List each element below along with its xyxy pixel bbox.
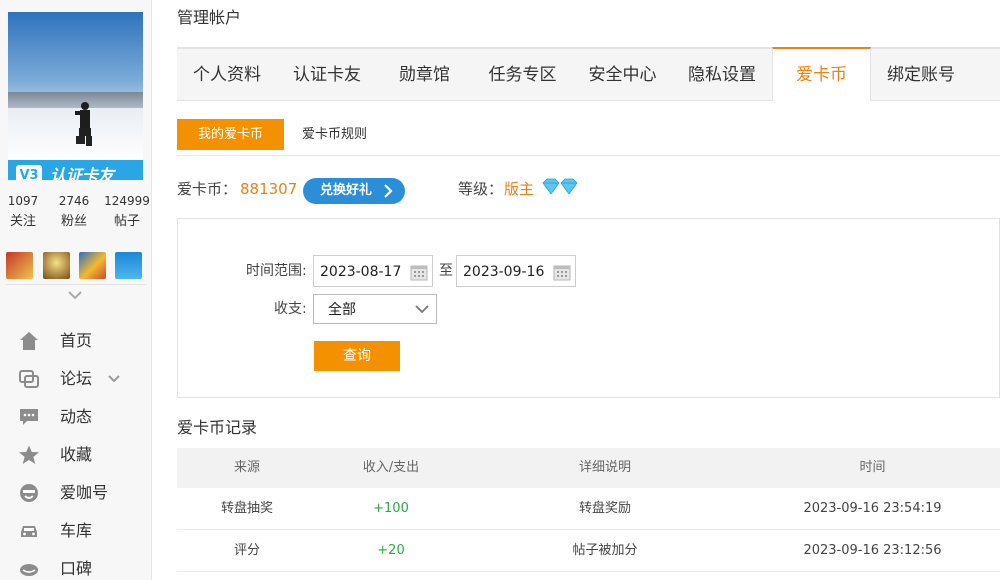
end-date-input[interactable]: 2023-09-16 bbox=[456, 255, 576, 287]
nav-item-reputation[interactable]: 口碑 bbox=[0, 550, 152, 580]
tab-security[interactable]: 安全中心 bbox=[573, 49, 672, 101]
stat-number: 2746 bbox=[58, 194, 90, 208]
chevron-right-icon bbox=[384, 184, 393, 198]
coin-summary: 爱卡币： 881307 兑换好礼 等级： 版主 bbox=[177, 172, 1000, 208]
exchange-gift-button[interactable]: 兑换好礼 bbox=[303, 178, 405, 204]
coin-subtabs: 我的爱卡币 爱卡币规则 bbox=[177, 116, 1000, 156]
nav-label: 口碑 bbox=[60, 559, 93, 578]
nav-item-feed[interactable]: 动态 bbox=[0, 398, 152, 436]
type-label: 收支: bbox=[274, 301, 307, 317]
to-label: 至 bbox=[439, 263, 453, 279]
page-title: 管理帐户 bbox=[177, 8, 242, 27]
medal-icon[interactable] bbox=[79, 252, 106, 279]
row-time: 2023-09-16 23:12:56 bbox=[803, 543, 942, 558]
tab-tasks[interactable]: 任务专区 bbox=[472, 49, 573, 101]
nav-item-garage[interactable]: 车库 bbox=[0, 512, 152, 550]
tab-medals[interactable]: 勋章馆 bbox=[377, 49, 472, 101]
nav-item-favorites[interactable]: 收藏 bbox=[0, 436, 152, 474]
left-sidebar: V3 认证卡友 1097 关注 2746 粉丝 124999 帖子 首页 论坛 … bbox=[0, 0, 152, 580]
type-select[interactable]: 全部 bbox=[313, 294, 437, 324]
exchange-label: 兑换好礼 bbox=[320, 183, 373, 198]
start-date-value: 2023-08-17 bbox=[320, 264, 402, 280]
nav-label: 车库 bbox=[60, 521, 93, 540]
table-header: 来源 收入/支出 详细说明 时间 bbox=[177, 448, 1000, 488]
nav-label: 收藏 bbox=[60, 445, 93, 464]
coin-balance: 881307 bbox=[240, 180, 298, 198]
subtab-my-coins[interactable]: 我的爱卡币 bbox=[177, 119, 284, 150]
stat-followers[interactable]: 2746 粉丝 bbox=[50, 192, 98, 234]
col-amount: 收入/支出 bbox=[362, 460, 420, 475]
tab-profile[interactable]: 个人资料 bbox=[177, 49, 277, 101]
car-icon bbox=[21, 526, 37, 537]
expand-profile[interactable] bbox=[6, 284, 146, 310]
medal-icon[interactable] bbox=[115, 252, 142, 279]
aika-icon bbox=[20, 484, 38, 502]
tab-verified[interactable]: 认证卡友 bbox=[277, 49, 377, 101]
col-time: 时间 bbox=[859, 460, 886, 475]
home-icon bbox=[20, 332, 38, 350]
account-tabs: 个人资料 认证卡友 勋章馆 任务专区 安全中心 隐私设置 爱卡币 绑定账号 bbox=[177, 47, 1000, 101]
stat-label: 帖子 bbox=[113, 214, 140, 229]
level-value: 版主 bbox=[504, 180, 535, 198]
avatar[interactable]: V3 认证卡友 bbox=[8, 12, 143, 180]
table-row: 评分 +20 帖子被加分 2023-09-16 23:12:56 bbox=[177, 530, 1000, 572]
row-time: 2023-09-16 23:54:19 bbox=[803, 501, 942, 516]
nav-label: 爱咖号 bbox=[60, 483, 109, 502]
reputation-icon bbox=[20, 564, 38, 576]
star-icon bbox=[19, 445, 39, 464]
end-date-value: 2023-09-16 bbox=[463, 264, 545, 280]
main-content: 管理帐户 个人资料 认证卡友 勋章馆 任务专区 安全中心 隐私设置 爱卡币 绑定… bbox=[177, 0, 1000, 580]
nav-item-home[interactable]: 首页 bbox=[0, 322, 152, 360]
col-source: 来源 bbox=[233, 460, 260, 475]
range-label: 时间范围: bbox=[246, 263, 307, 279]
stat-number: 124999 bbox=[104, 194, 150, 208]
medal-icon[interactable] bbox=[43, 252, 70, 279]
avatar-person bbox=[75, 102, 92, 146]
records-title: 爱卡币记录 bbox=[177, 418, 258, 437]
badge-level: V3 bbox=[16, 165, 42, 180]
feed-icon bbox=[20, 409, 38, 425]
stat-number: 1097 bbox=[7, 194, 39, 208]
tab-bind-account[interactable]: 绑定账号 bbox=[871, 49, 971, 101]
chevron-down-icon bbox=[68, 291, 82, 300]
badge-text: 认证卡友 bbox=[50, 166, 115, 180]
forum-icon bbox=[19, 370, 39, 388]
stat-posts[interactable]: 124999 帖子 bbox=[102, 192, 152, 234]
nav-item-forum[interactable]: 论坛 bbox=[0, 360, 152, 398]
stat-following[interactable]: 1097 关注 bbox=[0, 192, 46, 234]
calendar-icon[interactable] bbox=[410, 263, 428, 281]
medal-icon[interactable] bbox=[6, 252, 33, 279]
row-source: 评分 bbox=[233, 543, 260, 558]
query-button[interactable]: 查询 bbox=[314, 341, 400, 371]
chevron-down-icon bbox=[415, 305, 429, 314]
nav-item-aika[interactable]: 爱咖号 bbox=[0, 474, 152, 512]
tab-privacy[interactable]: 隐私设置 bbox=[672, 49, 772, 101]
table-row: 转盘抽奖 +100 转盘奖励 2023-09-16 23:54:19 bbox=[177, 488, 1000, 530]
nav-label: 首页 bbox=[60, 331, 93, 350]
verified-badge: V3 认证卡友 bbox=[8, 160, 143, 180]
row-source: 转盘抽奖 bbox=[220, 501, 273, 516]
diamond-icon bbox=[542, 178, 578, 195]
type-select-value: 全部 bbox=[328, 302, 356, 318]
row-detail: 转盘奖励 bbox=[578, 501, 631, 516]
filter-panel: 时间范围: 2023-08-17 至 2023-09-16 收支: 全部 查询 bbox=[177, 218, 1000, 398]
calendar-icon[interactable] bbox=[553, 263, 571, 281]
col-detail: 详细说明 bbox=[578, 460, 631, 475]
coin-label: 爱卡币： bbox=[177, 180, 238, 198]
stat-label: 关注 bbox=[9, 214, 36, 229]
profile-stats: 1097 关注 2746 粉丝 124999 帖子 bbox=[0, 192, 152, 236]
chevron-down-icon[interactable] bbox=[106, 372, 122, 386]
medal-row bbox=[6, 252, 146, 280]
level-label: 等级： bbox=[458, 180, 504, 198]
tab-coins[interactable]: 爱卡币 bbox=[772, 47, 871, 101]
start-date-input[interactable]: 2023-08-17 bbox=[313, 255, 433, 287]
row-detail: 帖子被加分 bbox=[572, 543, 638, 558]
stat-label: 粉丝 bbox=[60, 214, 87, 229]
row-amount: +20 bbox=[377, 543, 405, 558]
subtab-coin-rules[interactable]: 爱卡币规则 bbox=[302, 119, 367, 150]
row-amount: +100 bbox=[373, 501, 409, 516]
nav-label: 动态 bbox=[60, 407, 93, 426]
nav-label: 论坛 bbox=[60, 369, 93, 388]
